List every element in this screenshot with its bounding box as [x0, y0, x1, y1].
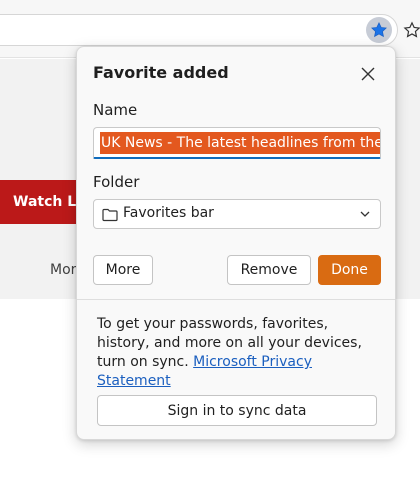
favorite-added-popup: Favorite added Name UK News - The latest…	[76, 46, 396, 440]
name-input[interactable]: UK News - The latest headlines from the …	[93, 127, 381, 159]
close-icon	[361, 67, 375, 81]
folder-dropdown[interactable]: Favorites bar	[93, 199, 381, 229]
add-favorite-button[interactable]	[366, 17, 392, 43]
star-outline-icon	[403, 21, 420, 38]
sign-in-sync-button[interactable]: Sign in to sync data	[97, 395, 377, 426]
folder-icon	[102, 208, 118, 222]
popup-title: Favorite added	[93, 63, 229, 82]
chevron-down-icon	[360, 211, 370, 217]
folder-dropdown-value: Favorites bar	[123, 205, 214, 221]
folder-label: Folder	[93, 173, 140, 191]
close-button[interactable]	[355, 61, 381, 87]
sync-message: To get your passwords, favorites, histor…	[97, 315, 379, 391]
favorites-button[interactable]	[403, 17, 420, 43]
more-button[interactable]: More	[93, 255, 153, 285]
remove-button[interactable]: Remove	[227, 255, 311, 285]
address-bar[interactable]	[0, 14, 398, 46]
name-label: Name	[93, 101, 138, 119]
done-button[interactable]: Done	[318, 255, 381, 285]
name-input-value: UK News - The latest headlines from the …	[100, 132, 380, 154]
divider	[77, 299, 395, 300]
star-filled-icon	[371, 22, 387, 38]
